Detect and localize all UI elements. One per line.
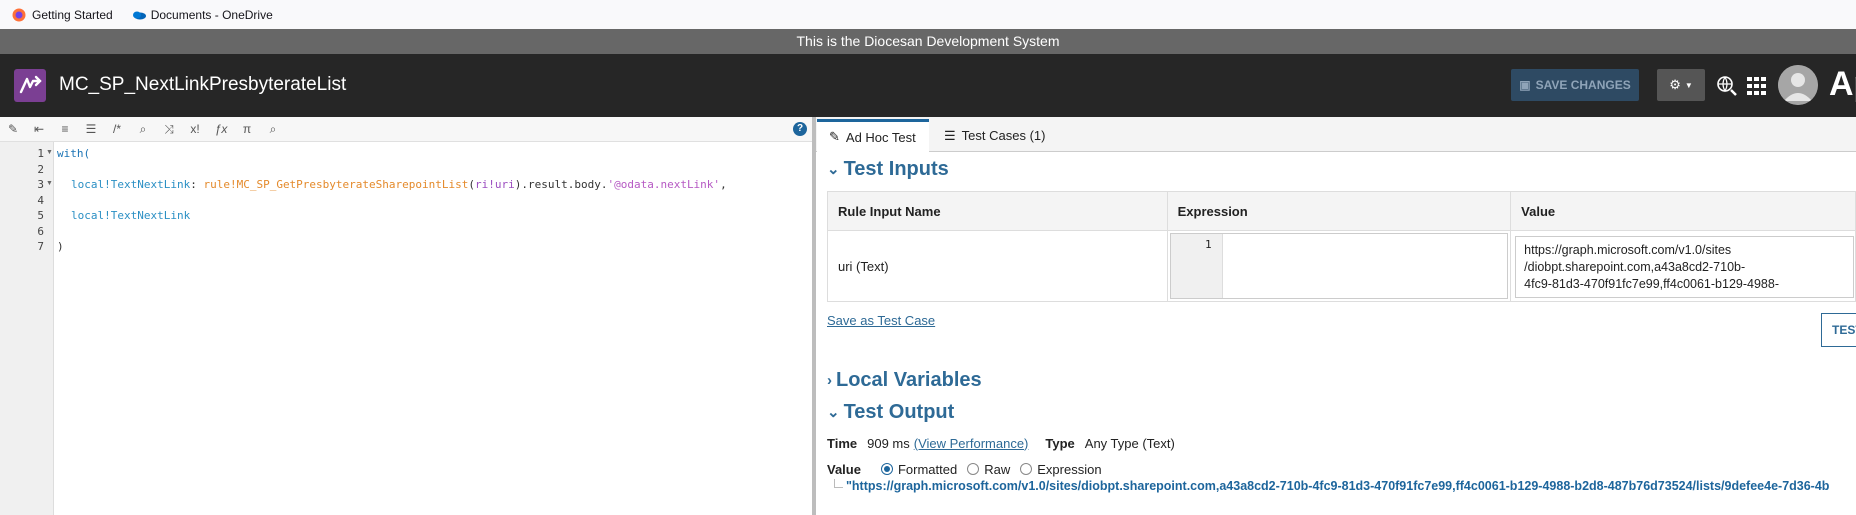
tab-label: Test Cases (1) xyxy=(961,128,1046,143)
bookmarks-toolbar: Getting Started Documents - OneDrive xyxy=(0,0,1856,29)
test-output-value: "https://graph.microsoft.com/v1.0/sites/… xyxy=(846,479,1830,493)
value-cell: https://graph.microsoft.com/v1.0/sites /… xyxy=(1510,230,1856,302)
value-field[interactable]: https://graph.microsoft.com/v1.0/sites /… xyxy=(1515,235,1854,298)
tab-label: Ad Hoc Test xyxy=(845,129,916,145)
apps-grid-icon[interactable] xyxy=(1747,77,1767,95)
help-icon[interactable]: ? xyxy=(793,122,807,136)
user-avatar[interactable] xyxy=(1778,65,1818,105)
radio-label[interactable]: Formatted xyxy=(898,462,957,477)
bookmark-label: Getting Started xyxy=(32,7,113,22)
function-icon[interactable]: ƒx xyxy=(208,122,234,136)
expression-cell: 1 xyxy=(1166,230,1512,302)
code-line-1: with( xyxy=(57,147,91,160)
edit-icon: ✎ xyxy=(829,129,840,144)
expression-editor[interactable]: 1 xyxy=(1169,233,1509,299)
test-button[interactable]: TEST xyxy=(1821,313,1856,347)
local-variables-header[interactable]: › Local Variables xyxy=(827,366,982,394)
time-label: Time xyxy=(827,435,858,451)
output-meta: Time 909 ms (View Performance) Type Any … xyxy=(827,434,1175,452)
type-value: Any Type (Text) xyxy=(1084,435,1175,451)
table-row: uri (Text) 1 https://graph.microsoft.com… xyxy=(827,230,1856,302)
code-line-3: local!TextNextLink: rule!MC_SP_GetPresby… xyxy=(71,178,727,191)
section-title: Test Inputs xyxy=(843,157,949,180)
code-token: local!TextNextLink xyxy=(71,178,191,191)
tree-connector xyxy=(834,479,843,488)
test-inputs-header[interactable]: ⌄ Test Inputs xyxy=(827,155,949,183)
chevron-down-icon: ⌄ xyxy=(827,161,840,178)
magic-wand-icon[interactable]: ✎ xyxy=(0,122,26,136)
settings-menu-button[interactable]: ⚙ ▼ xyxy=(1657,69,1705,101)
navigate-globe-icon[interactable] xyxy=(1716,75,1738,97)
line-number: 1 xyxy=(1170,234,1223,298)
code-token: : xyxy=(190,178,204,191)
test-output-header[interactable]: ⌄ Test Output xyxy=(827,398,954,426)
firefox-icon xyxy=(12,8,26,22)
value-label: Value xyxy=(827,461,861,477)
find-rule-icon[interactable]: ⌕ xyxy=(260,122,286,137)
value-line: /diobpt.sharepoint.com,a43a8cd2-710b- xyxy=(1524,259,1746,274)
code-token: ri!uri xyxy=(475,178,515,191)
radio-expression[interactable] xyxy=(1020,463,1033,475)
bookmark-label: Documents - OneDrive xyxy=(150,7,273,22)
section-title: Local Variables xyxy=(836,368,982,391)
value-line: 4fc9-81d3-470f91fc7e99,ff4c0061-b129-498… xyxy=(1524,276,1779,291)
save-as-test-case-link[interactable]: Save as Test Case xyxy=(827,313,935,328)
search-icon[interactable]: ⌕ xyxy=(130,122,156,137)
code-token: ).result.body. xyxy=(514,178,608,191)
rule-title: MC_SP_NextLinkPresbyterateList xyxy=(59,74,347,95)
bookmark-onedrive[interactable]: Documents - OneDrive xyxy=(131,8,273,22)
list-icon: ☰ xyxy=(944,127,956,143)
tab-test-cases[interactable]: ☰ Test Cases (1) xyxy=(930,119,1045,152)
caret-down-icon: ▼ xyxy=(1684,80,1693,90)
code-token: ( xyxy=(468,178,475,191)
pi-constant-icon[interactable]: π xyxy=(234,122,260,136)
save-changes-button[interactable]: ▣ SAVE CHANGES xyxy=(1511,69,1639,101)
gear-icon: ⚙ xyxy=(1669,77,1681,92)
chevron-down-icon: ⌄ xyxy=(827,404,840,421)
tab-ad-hoc-test[interactable]: ✎ Ad Hoc Test xyxy=(817,119,929,152)
brand-logo-text: Ap xyxy=(1829,65,1856,103)
code-line-7: ) xyxy=(57,240,64,253)
time-value: 909 ms xyxy=(867,435,910,451)
output-value-mode: Value Formatted Raw Expression xyxy=(827,460,1102,478)
local-variable-icon[interactable]: x! xyxy=(182,122,208,136)
radio-formatted[interactable] xyxy=(880,463,893,475)
environment-banner: This is the Diocesan Development System xyxy=(0,29,1856,54)
bookmark-getting-started[interactable]: Getting Started xyxy=(12,8,113,22)
format-list-icon[interactable]: ☰ xyxy=(78,122,104,136)
indent-icon[interactable]: ≡ xyxy=(52,122,78,136)
outdent-icon[interactable]: ⇤ xyxy=(26,122,52,136)
chevron-right-icon: › xyxy=(827,371,832,389)
code-line-5: local!TextNextLink xyxy=(71,209,191,222)
column-header: Expression xyxy=(1166,191,1512,231)
column-header: Value xyxy=(1510,191,1856,231)
section-title: Test Output xyxy=(843,400,955,423)
radio-label[interactable]: Raw xyxy=(984,462,1010,477)
expression-input[interactable] xyxy=(1223,234,1508,298)
radio-raw[interactable] xyxy=(967,463,980,475)
save-icon: ▣ xyxy=(1519,78,1531,92)
expression-rule-logo-icon xyxy=(14,69,46,102)
shuffle-icon[interactable]: ⤨ xyxy=(156,122,182,137)
onedrive-icon xyxy=(131,8,146,22)
editor-toolbar: ✎ ⇤ ≡ ☰ /* ⌕ ⤨ x! ƒx π ⌕ xyxy=(0,117,812,142)
code-token: , xyxy=(720,178,727,191)
rule-input-name: uri (Text) xyxy=(827,230,1168,302)
column-header: Rule Input Name xyxy=(827,191,1168,231)
code-token: '@odata.nextLink' xyxy=(607,178,721,191)
table-header-row: Rule Input Name Expression Value xyxy=(827,191,1856,231)
type-label: Type xyxy=(1045,435,1075,451)
view-performance-link[interactable]: (View Performance) xyxy=(914,436,1029,451)
code-editor[interactable]: with( local!TextNextLink: rule!MC_SP_Get… xyxy=(0,142,812,515)
radio-label[interactable]: Expression xyxy=(1037,462,1101,477)
comment-icon[interactable]: /* xyxy=(104,122,130,136)
save-changes-label: SAVE CHANGES xyxy=(1535,78,1631,92)
pane-splitter[interactable] xyxy=(812,117,816,515)
test-inputs-table: Rule Input Name Expression Value uri (Te… xyxy=(827,191,1856,302)
value-line: https://graph.microsoft.com/v1.0/sites xyxy=(1524,242,1732,257)
code-token: rule!MC_SP_GetPresbyterateSharepointList xyxy=(203,178,469,191)
